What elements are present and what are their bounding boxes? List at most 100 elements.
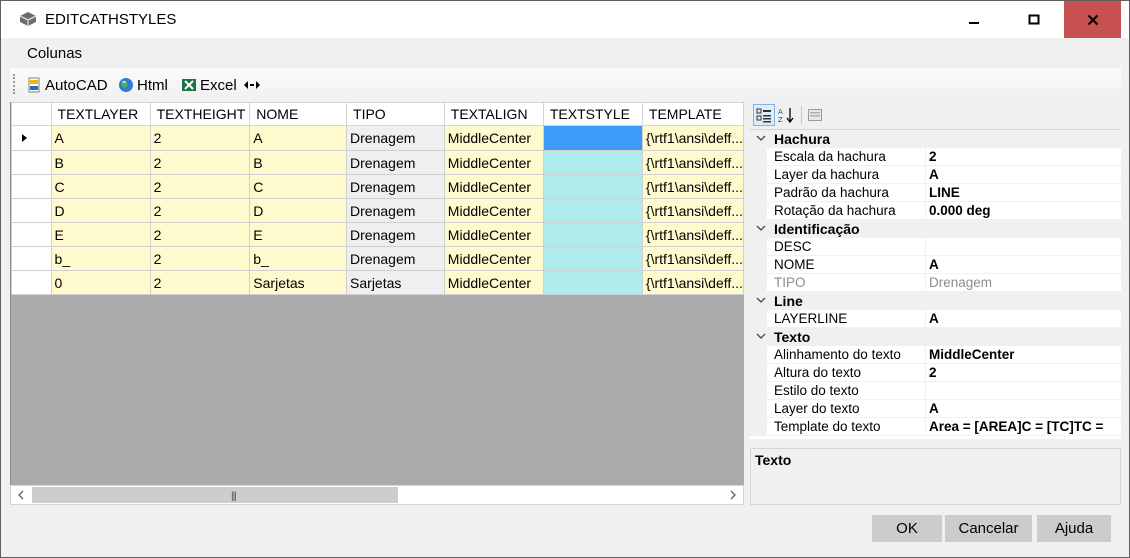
property-row[interactable]: LAYERLINE A [750, 310, 1121, 328]
excel-button[interactable]: Excel [181, 76, 237, 94]
cell-textalign[interactable]: MiddleCenter [443, 222, 544, 247]
cell-nome[interactable]: C [249, 174, 348, 199]
cell-textstyle[interactable] [542, 246, 643, 271]
row-header[interactable] [11, 222, 52, 247]
minimize-button[interactable] [945, 1, 1003, 38]
property-value[interactable]: 0.000 deg [929, 203, 991, 218]
property-row[interactable]: Layer do texto A [750, 400, 1121, 418]
cell-nome[interactable]: B [249, 150, 348, 175]
col-header-textheight[interactable]: TEXTHEIGHT [149, 102, 251, 126]
col-header-nome[interactable]: NOME [249, 102, 348, 126]
cell-template[interactable]: {\rtf1\ansi\deff... [641, 198, 744, 223]
property-value[interactable]: MiddleCenter [929, 347, 1015, 362]
property-row[interactable]: Padrão da hachura LINE [750, 184, 1121, 202]
row-header[interactable] [11, 246, 52, 271]
property-row[interactable]: Rotação da hachura 0.000 deg [750, 202, 1121, 220]
cell-textlayer[interactable]: C [50, 174, 151, 199]
property-value[interactable]: A [929, 311, 939, 326]
cell-textheight[interactable]: 2 [149, 198, 251, 223]
col-header-textstyle[interactable]: TEXTSTYLE [542, 102, 643, 126]
help-button[interactable]: Ajuda [1037, 515, 1111, 542]
property-row[interactable]: Layer da hachura A [750, 166, 1121, 184]
cell-textheight[interactable]: 2 [149, 150, 251, 175]
property-row[interactable]: Escala da hachura 2 [750, 148, 1121, 166]
cell-textheight[interactable]: 2 [149, 270, 251, 295]
cell-textlayer[interactable]: A [50, 125, 151, 151]
property-row[interactable]: Estilo do texto [750, 382, 1121, 400]
cell-template[interactable]: {\rtf1\ansi\deff... [641, 270, 744, 295]
property-value[interactable]: Area = [AREA]C = [TC]TC = [929, 419, 1103, 434]
cell-tipo[interactable]: Drenagem [346, 222, 445, 247]
cell-textstyle[interactable] [542, 150, 643, 175]
cell-textalign[interactable]: MiddleCenter [443, 174, 544, 199]
horizontal-scrollbar[interactable]: ||| [10, 485, 744, 505]
cell-textalign[interactable]: MiddleCenter [443, 150, 544, 175]
categorized-button[interactable] [753, 104, 775, 126]
cell-textlayer[interactable]: E [50, 222, 151, 247]
table-row[interactable]: B 2 B Drenagem MiddleCenter {\rtf1\ansi\… [11, 150, 744, 175]
property-row[interactable]: DESC [750, 238, 1121, 256]
scroll-right-button[interactable] [723, 486, 743, 504]
cell-tipo[interactable]: Sarjetas [346, 270, 445, 295]
row-header[interactable] [11, 150, 52, 175]
table-row[interactable]: C 2 C Drenagem MiddleCenter {\rtf1\ansi\… [11, 174, 744, 199]
cell-nome[interactable]: Sarjetas [249, 270, 348, 295]
cell-tipo[interactable]: Drenagem [346, 150, 445, 175]
alphabetical-button[interactable]: A Z [775, 104, 797, 126]
cell-textstyle[interactable] [542, 174, 643, 199]
cancel-button[interactable]: Cancelar [945, 515, 1032, 542]
cell-textlayer[interactable]: 0 [50, 270, 151, 295]
table-row[interactable]: D 2 D Drenagem MiddleCenter {\rtf1\ansi\… [11, 198, 744, 223]
property-value[interactable]: 2 [929, 149, 937, 164]
menu-colunas[interactable]: Colunas [27, 45, 82, 62]
table-row[interactable]: b_ 2 b_ Drenagem MiddleCenter {\rtf1\ans… [11, 246, 744, 271]
maximize-button[interactable] [1005, 1, 1063, 38]
property-value[interactable]: 2 [929, 365, 937, 380]
toolbar-grip[interactable] [13, 74, 16, 94]
cell-nome[interactable]: b_ [249, 246, 348, 271]
cell-textstyle[interactable] [542, 222, 643, 247]
cell-textalign[interactable]: MiddleCenter [443, 246, 544, 271]
cell-textheight[interactable]: 2 [149, 125, 251, 151]
cell-tipo[interactable]: Drenagem [346, 198, 445, 223]
row-header[interactable] [11, 174, 52, 199]
close-button[interactable] [1064, 1, 1121, 38]
property-row[interactable]: Template do texto Area = [AREA]C = [TC]TC… [750, 418, 1121, 436]
category-texto[interactable]: Texto [750, 328, 1121, 346]
col-header-textlayer[interactable]: TEXTLAYER [50, 102, 151, 126]
data-grid[interactable]: TEXTLAYER TEXTHEIGHT NOME TIPO TEXTALIGN… [10, 102, 744, 485]
cell-template[interactable]: {\rtf1\ansi\deff... [641, 125, 744, 151]
cell-template[interactable]: {\rtf1\ansi\deff... [641, 222, 744, 247]
property-value[interactable]: A [929, 401, 939, 416]
cell-tipo[interactable]: Drenagem [346, 174, 445, 199]
cell-textheight[interactable]: 2 [149, 222, 251, 247]
cell-template[interactable]: {\rtf1\ansi\deff... [641, 150, 744, 175]
row-header[interactable] [11, 270, 52, 295]
swap-button[interactable] [243, 76, 264, 94]
cell-textalign[interactable]: MiddleCenter [443, 270, 544, 295]
cell-textlayer[interactable]: B [50, 150, 151, 175]
ok-button[interactable]: OK [872, 515, 942, 542]
cell-template[interactable]: {\rtf1\ansi\deff... [641, 246, 744, 271]
table-row[interactable]: E 2 E Drenagem MiddleCenter {\rtf1\ansi\… [11, 222, 744, 247]
cell-tipo[interactable]: Drenagem [346, 246, 445, 271]
property-value[interactable]: A [929, 167, 939, 182]
corner-header[interactable] [11, 102, 52, 126]
cell-textlayer[interactable]: D [50, 198, 151, 223]
cell-template[interactable]: {\rtf1\ansi\deff... [641, 174, 744, 199]
table-row[interactable]: A 2 A Drenagem MiddleCenter {\rtf1\ansi\… [11, 125, 744, 151]
cell-textheight[interactable]: 2 [149, 174, 251, 199]
cell-nome[interactable]: E [249, 222, 348, 247]
property-row[interactable]: TIPO Drenagem [750, 274, 1121, 292]
property-row[interactable]: NOME A [750, 256, 1121, 274]
cell-textstyle[interactable] [542, 125, 643, 151]
cell-textlayer[interactable]: b_ [50, 246, 151, 271]
cell-textheight[interactable]: 2 [149, 246, 251, 271]
category-line[interactable]: Line [750, 292, 1121, 310]
scroll-left-button[interactable] [11, 486, 31, 504]
html-button[interactable]: Html [118, 76, 168, 94]
row-header[interactable] [11, 125, 52, 151]
scroll-thumb[interactable]: ||| [32, 487, 398, 503]
col-header-template[interactable]: TEMPLATE [641, 102, 744, 126]
property-value[interactable]: LINE [929, 185, 960, 200]
